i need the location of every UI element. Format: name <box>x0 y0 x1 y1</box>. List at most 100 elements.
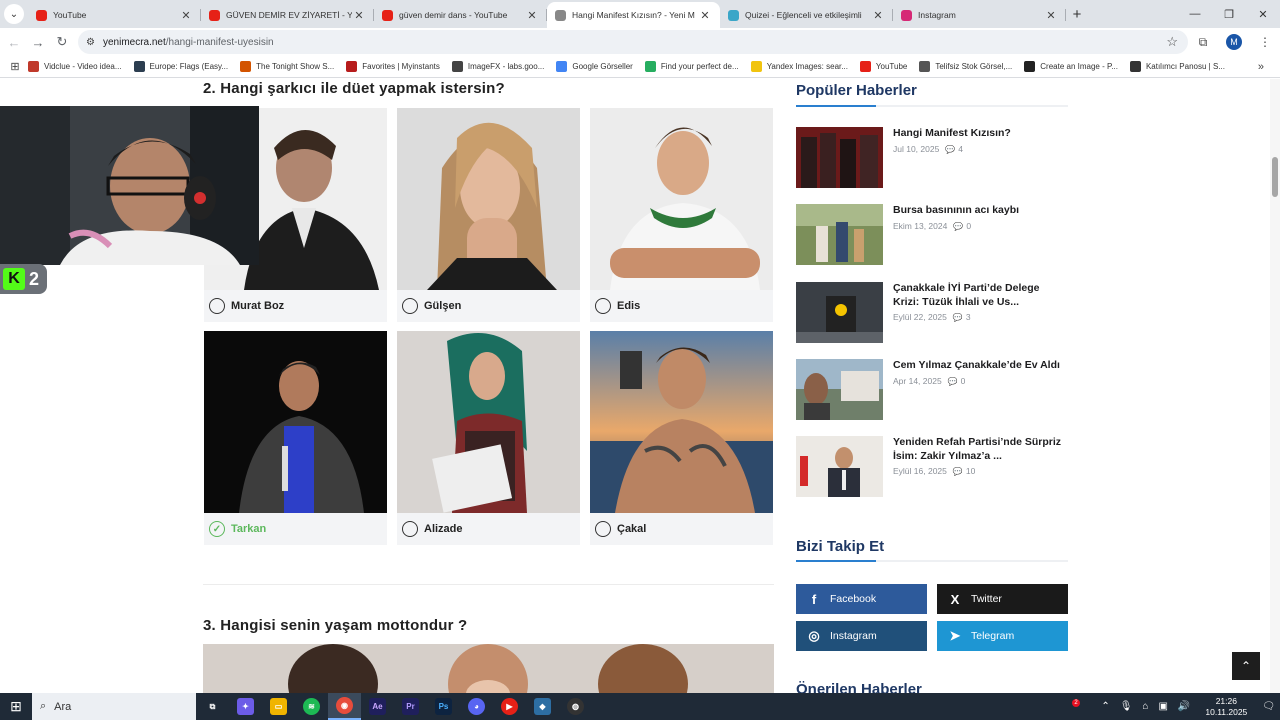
bookmark-item[interactable]: ImageFX - labs.goo... <box>451 61 544 72</box>
option-card[interactable]: Alizade <box>397 331 580 545</box>
facebook-button[interactable]: f Facebook <box>796 584 927 614</box>
bookmark-item[interactable]: Katılımcı Panosu | S... <box>1129 61 1225 72</box>
microphone-icon[interactable]: 🎙 <box>1120 701 1133 712</box>
news-thumbnail[interactable] <box>796 359 883 420</box>
reload-button[interactable]: ↻ <box>50 34 74 50</box>
option-card[interactable]: Edis <box>590 108 773 322</box>
bookmark-item[interactable]: Find your perfect de... <box>644 61 739 72</box>
spotify-icon[interactable]: ≋ <box>295 693 328 720</box>
option-label[interactable]: Gülşen <box>402 296 461 316</box>
file-explorer-icon[interactable]: ▭ <box>262 693 295 720</box>
radio-icon[interactable] <box>402 521 418 537</box>
close-tab-icon[interactable]: ✕ <box>871 9 885 22</box>
news-thumbnail[interactable] <box>796 436 883 497</box>
bookmark-item[interactable]: The Tonight Show S... <box>240 61 334 72</box>
radio-icon[interactable] <box>209 298 225 314</box>
bookmark-item[interactable]: Favorites | Myinstants <box>346 61 440 72</box>
option-card[interactable]: Çakal <box>590 331 773 545</box>
discord-icon[interactable]: ◕ <box>460 693 493 720</box>
app-icon[interactable]: ◆ <box>526 693 559 720</box>
bookmark-item[interactable]: Create an Image - P... <box>1024 61 1118 72</box>
profile-avatar[interactable]: M <box>1226 34 1242 50</box>
option-label[interactable]: Çakal <box>595 519 646 539</box>
notification-icon[interactable]: 🗨 <box>1262 701 1275 712</box>
option-image-gulsen[interactable] <box>397 108 580 290</box>
close-tab-icon[interactable]: ✕ <box>698 9 712 22</box>
bookmarks-overflow-icon[interactable]: » <box>1258 61 1264 73</box>
browser-tab[interactable]: YouTube ✕ <box>28 2 201 28</box>
option-label[interactable]: ✓ Tarkan <box>209 519 266 539</box>
volume-icon[interactable]: 🔊 <box>1178 701 1190 712</box>
option-image-alizade[interactable] <box>397 331 580 513</box>
news-title[interactable]: Yeniden Refah Partisi’nde Sürpriz İsim: … <box>893 436 1068 463</box>
twitter-button[interactable]: X Twitter <box>937 584 1068 614</box>
site-info-icon[interactable]: ⚙ <box>86 37 95 48</box>
news-thumbnail[interactable] <box>796 282 883 343</box>
news-item[interactable]: Çanakkale İYİ Parti’de Delege Krizi: Tüz… <box>796 282 1068 344</box>
photoshop-icon[interactable]: Ps <box>427 693 460 720</box>
task-view-icon[interactable]: ⧉ <box>196 693 229 720</box>
bookmark-item[interactable]: Europe: Flags (Easy... <box>133 61 228 72</box>
network-icon[interactable]: ⌂ <box>1142 701 1148 712</box>
option-card[interactable]: Gülşen <box>397 108 580 322</box>
close-window-button[interactable]: ✕ <box>1246 8 1280 21</box>
after-effects-icon[interactable]: Ae <box>361 693 394 720</box>
close-tab-icon[interactable]: ✕ <box>525 9 539 22</box>
obs-icon[interactable]: ◍ <box>559 693 592 720</box>
browser-tab[interactable]: Quizei - Eğlenceli ve etkileşimli ✕ <box>720 2 893 28</box>
browser-tab[interactable]: Hangi Manifest Kızısın? - Yeni M ✕ <box>547 2 720 28</box>
taskbar-search[interactable]: ⌕ Ara <box>32 693 196 720</box>
address-bar[interactable]: ⚙ yenimecra.net/hangi-manifest-uyesisin … <box>78 30 1188 54</box>
premiere-pro-icon[interactable]: Pr <box>394 693 427 720</box>
news-title[interactable]: Hangi Manifest Kızısın? <box>893 127 1068 141</box>
question-3-image[interactable] <box>203 644 774 693</box>
display-icon[interactable]: ▣ <box>1158 701 1167 712</box>
minimize-button[interactable]: — <box>1178 8 1212 20</box>
close-tab-icon[interactable]: ✕ <box>1044 9 1058 22</box>
youtube-app-icon[interactable]: ▶ <box>493 693 526 720</box>
close-tab-icon[interactable]: ✕ <box>179 9 193 22</box>
news-item[interactable]: Bursa basınının acı kaybı Ekim 13, 2024 💬… <box>796 204 1068 266</box>
option-label[interactable]: Edis <box>595 296 640 316</box>
browser-tab[interactable]: güven demir dans - YouTube ✕ <box>374 2 547 28</box>
check-icon[interactable]: ✓ <box>209 521 225 537</box>
option-image-edis[interactable] <box>590 108 773 290</box>
new-tab-button[interactable]: + <box>1066 6 1088 23</box>
chrome-icon[interactable]: ◉ <box>328 693 361 720</box>
bookmark-item[interactable]: Yandex Images: sear... <box>750 61 848 72</box>
back-button[interactable]: ← <box>2 35 26 50</box>
scrollbar-thumb[interactable] <box>1272 157 1278 197</box>
bookmark-item[interactable]: Google Görseller <box>556 61 633 72</box>
news-title[interactable]: Çanakkale İYİ Parti’de Delege Krizi: Tüz… <box>893 282 1068 309</box>
telegram-button[interactable]: ➤ Telegram <box>937 621 1068 651</box>
instagram-button[interactable]: ◎ Instagram <box>796 621 927 651</box>
radio-icon[interactable] <box>595 298 611 314</box>
extensions-icon[interactable]: ⧉ <box>1188 35 1218 50</box>
option-label[interactable]: Alizade <box>402 519 463 539</box>
scroll-to-top-button[interactable]: ⌃ <box>1232 652 1260 680</box>
windows-start-button[interactable]: ⊞ <box>0 693 32 720</box>
forward-button[interactable]: → <box>26 35 50 50</box>
bookmark-item[interactable]: YouTube <box>859 61 907 72</box>
bookmark-item[interactable]: Vidclue - Video idea... <box>28 61 122 72</box>
bookmark-star-icon[interactable]: ☆ <box>1166 34 1178 50</box>
news-title[interactable]: Cem Yılmaz Çanakkale’de Ev Aldı <box>893 359 1068 373</box>
option-image-cakal[interactable] <box>590 331 773 513</box>
copilot-icon[interactable]: ✦ <box>229 693 262 720</box>
clock[interactable]: 21:26 10.11.2025 <box>1205 696 1247 718</box>
option-card[interactable]: ✓ Tarkan <box>204 331 387 545</box>
bookmark-item[interactable]: Telifsiz Stok Görsel,... <box>919 61 1012 72</box>
close-tab-icon[interactable]: ✕ <box>352 9 366 22</box>
menu-icon[interactable]: ⋮ <box>1250 35 1280 49</box>
chevron-up-icon[interactable]: ⌃ <box>1101 701 1109 712</box>
tab-search-button[interactable]: ⌄ <box>4 4 24 24</box>
browser-tab[interactable]: GÜVEN DEMİR EV ZİYARETİ - Yo ✕ <box>201 2 374 28</box>
restore-button[interactable]: ❐ <box>1212 8 1246 21</box>
news-item[interactable]: Cem Yılmaz Çanakkale’de Ev Aldı Apr 14, … <box>796 359 1068 421</box>
browser-tab[interactable]: Instagram ✕ <box>893 2 1066 28</box>
radio-icon[interactable] <box>402 298 418 314</box>
news-item[interactable]: Hangi Manifest Kızısın? Jul 10, 2025 💬 4 <box>796 127 1068 189</box>
apps-grid-icon[interactable]: ⊞ <box>2 60 28 73</box>
news-title[interactable]: Bursa basınının acı kaybı <box>893 204 1068 218</box>
radio-icon[interactable] <box>595 521 611 537</box>
